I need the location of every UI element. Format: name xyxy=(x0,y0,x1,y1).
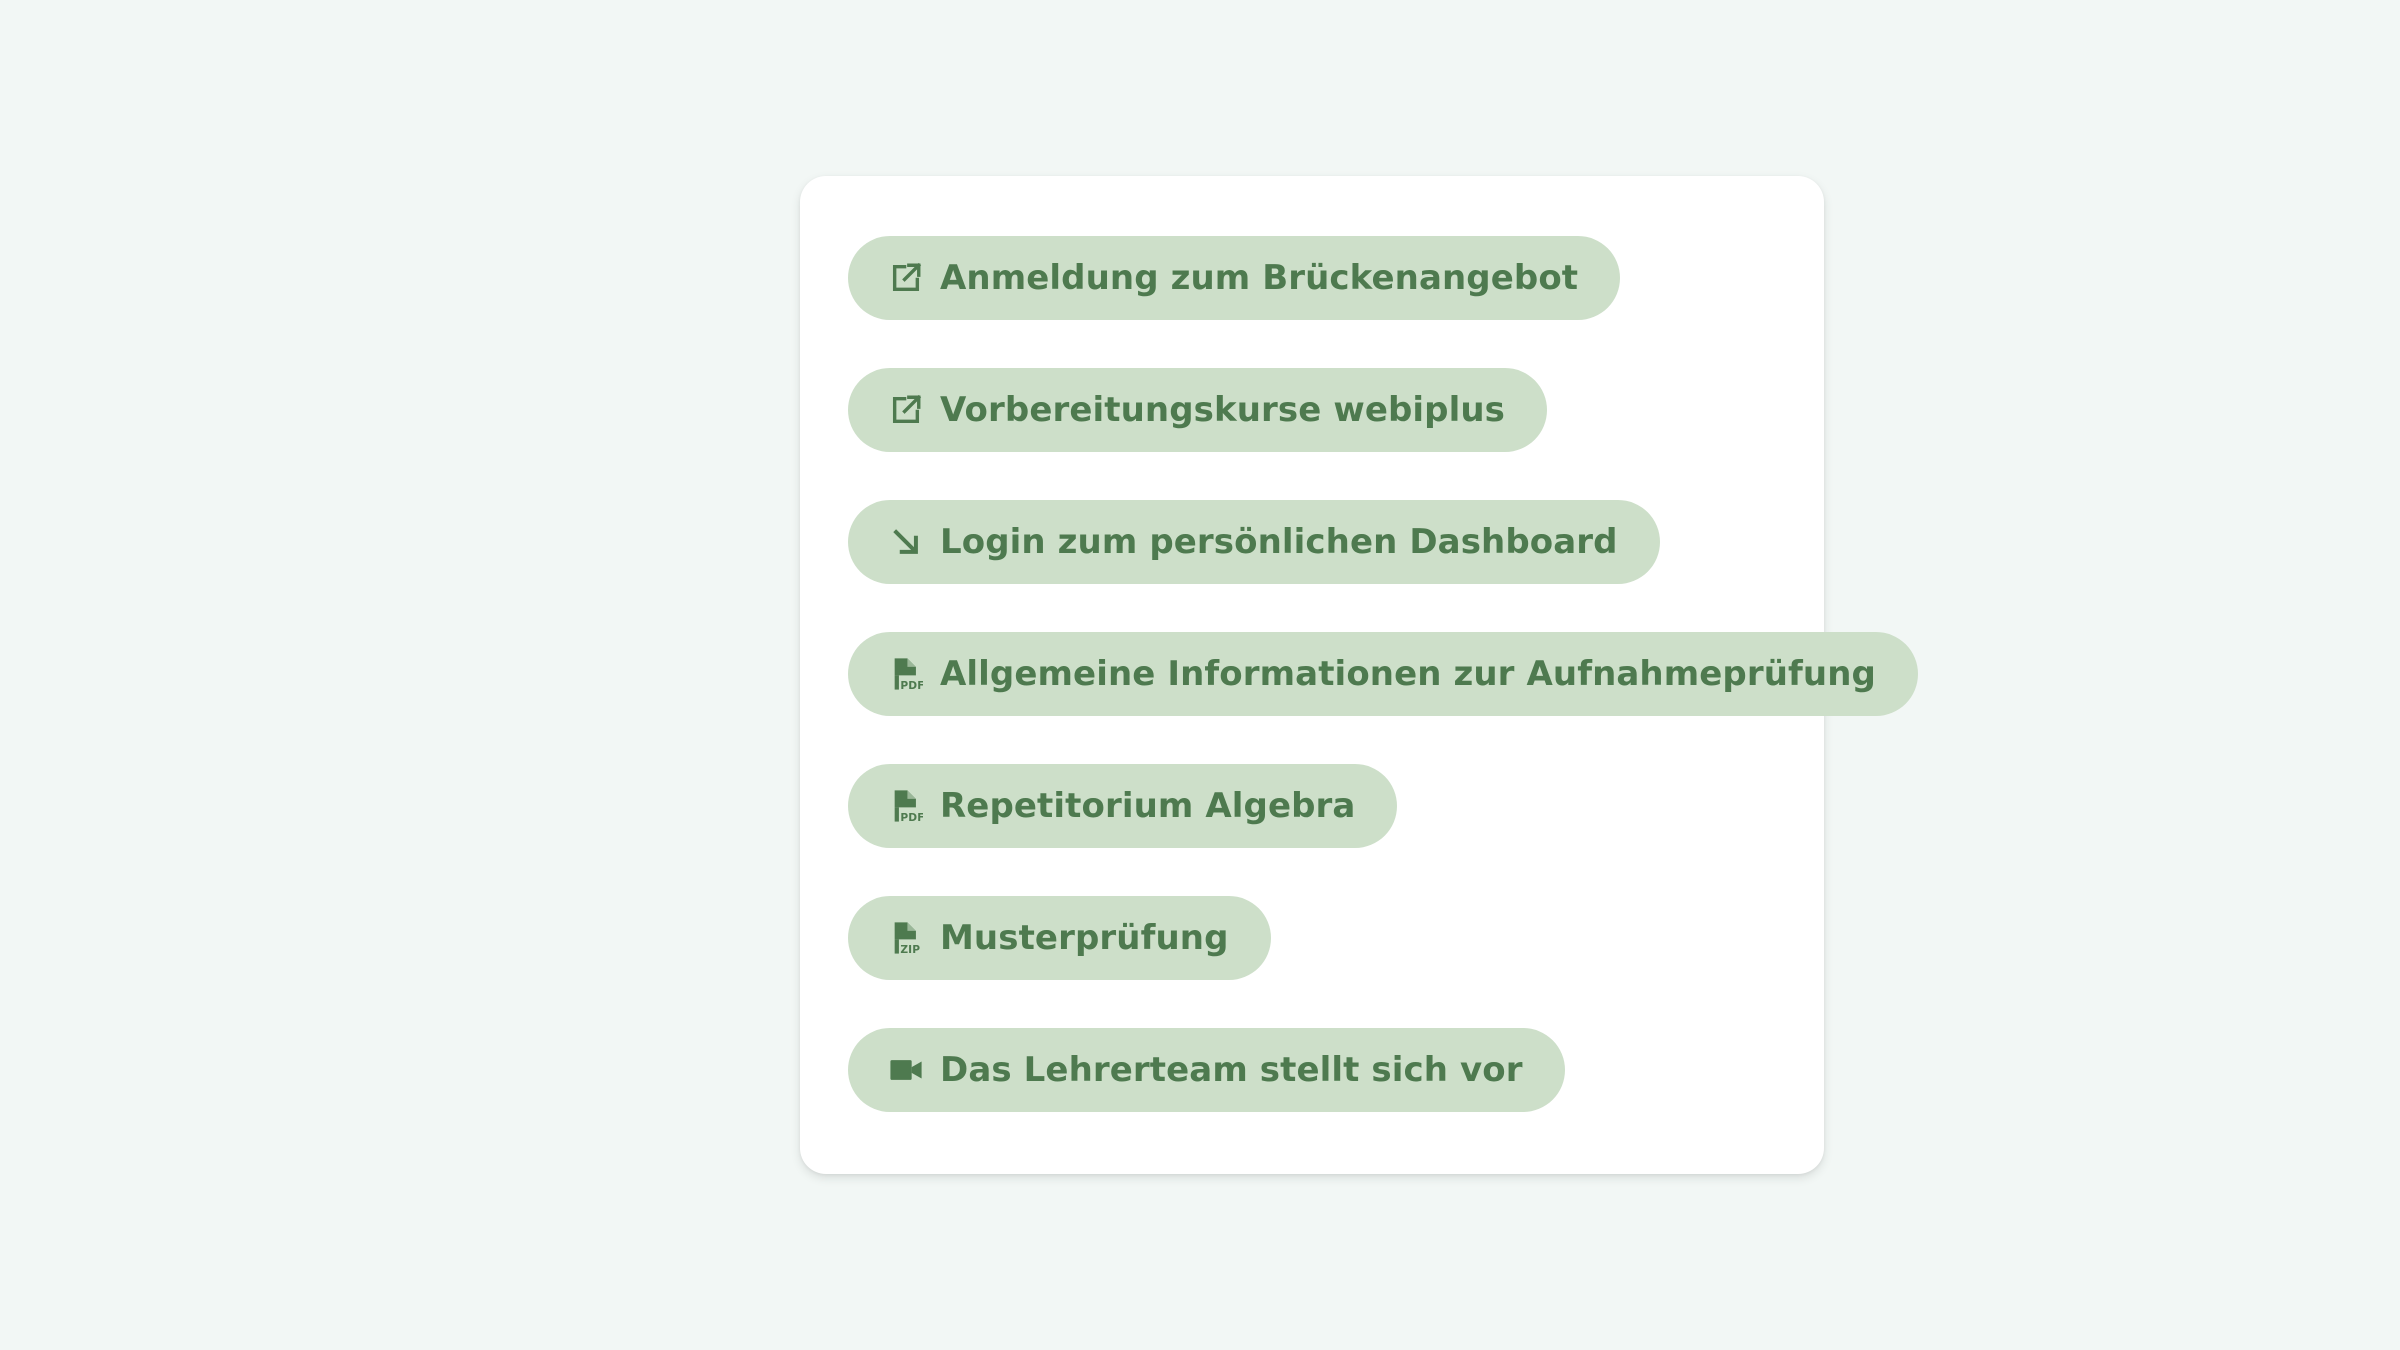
link-anmeldung-brueckenangebot[interactable]: Anmeldung zum Brückenangebot xyxy=(848,236,1621,320)
external-link-icon xyxy=(888,392,924,428)
link-label: Vorbereitungskurse webiplus xyxy=(940,390,1506,430)
pdf-file-icon: PDF xyxy=(888,656,924,692)
svg-text:ZIP: ZIP xyxy=(900,943,920,955)
zip-file-icon: ZIP xyxy=(888,920,924,956)
link-login-dashboard[interactable]: Login zum persönlichen Dashboard xyxy=(848,500,1660,584)
link-label: Das Lehrerteam stellt sich vor xyxy=(940,1050,1523,1090)
video-camera-icon xyxy=(888,1052,924,1088)
link-vorbereitungskurse-webiplus[interactable]: Vorbereitungskurse webiplus xyxy=(848,368,1548,452)
arrow-down-right-icon xyxy=(888,524,924,560)
link-allgemeine-informationen[interactable]: PDF Allgemeine Informationen zur Aufnahm… xyxy=(848,632,1918,716)
svg-text:PDF: PDF xyxy=(900,811,923,823)
link-list: Anmeldung zum Brückenangebot Vorbereitun… xyxy=(848,236,1918,1112)
link-label: Allgemeine Informationen zur Aufnahmeprü… xyxy=(940,654,1876,694)
link-label: Anmeldung zum Brückenangebot xyxy=(940,258,1579,298)
svg-text:PDF: PDF xyxy=(900,679,923,691)
link-lehrerteam-video[interactable]: Das Lehrerteam stellt sich vor xyxy=(848,1028,1565,1112)
link-musterpruefung[interactable]: ZIP Musterprüfung xyxy=(848,896,1271,980)
external-link-icon xyxy=(888,260,924,296)
link-label: Login zum persönlichen Dashboard xyxy=(940,522,1618,562)
link-label: Musterprüfung xyxy=(940,918,1229,958)
pdf-file-icon: PDF xyxy=(888,788,924,824)
link-label: Repetitorium Algebra xyxy=(940,786,1356,826)
links-card: Anmeldung zum Brückenangebot Vorbereitun… xyxy=(800,176,1918,1174)
link-repetitorium-algebra[interactable]: PDF Repetitorium Algebra xyxy=(848,764,1398,848)
